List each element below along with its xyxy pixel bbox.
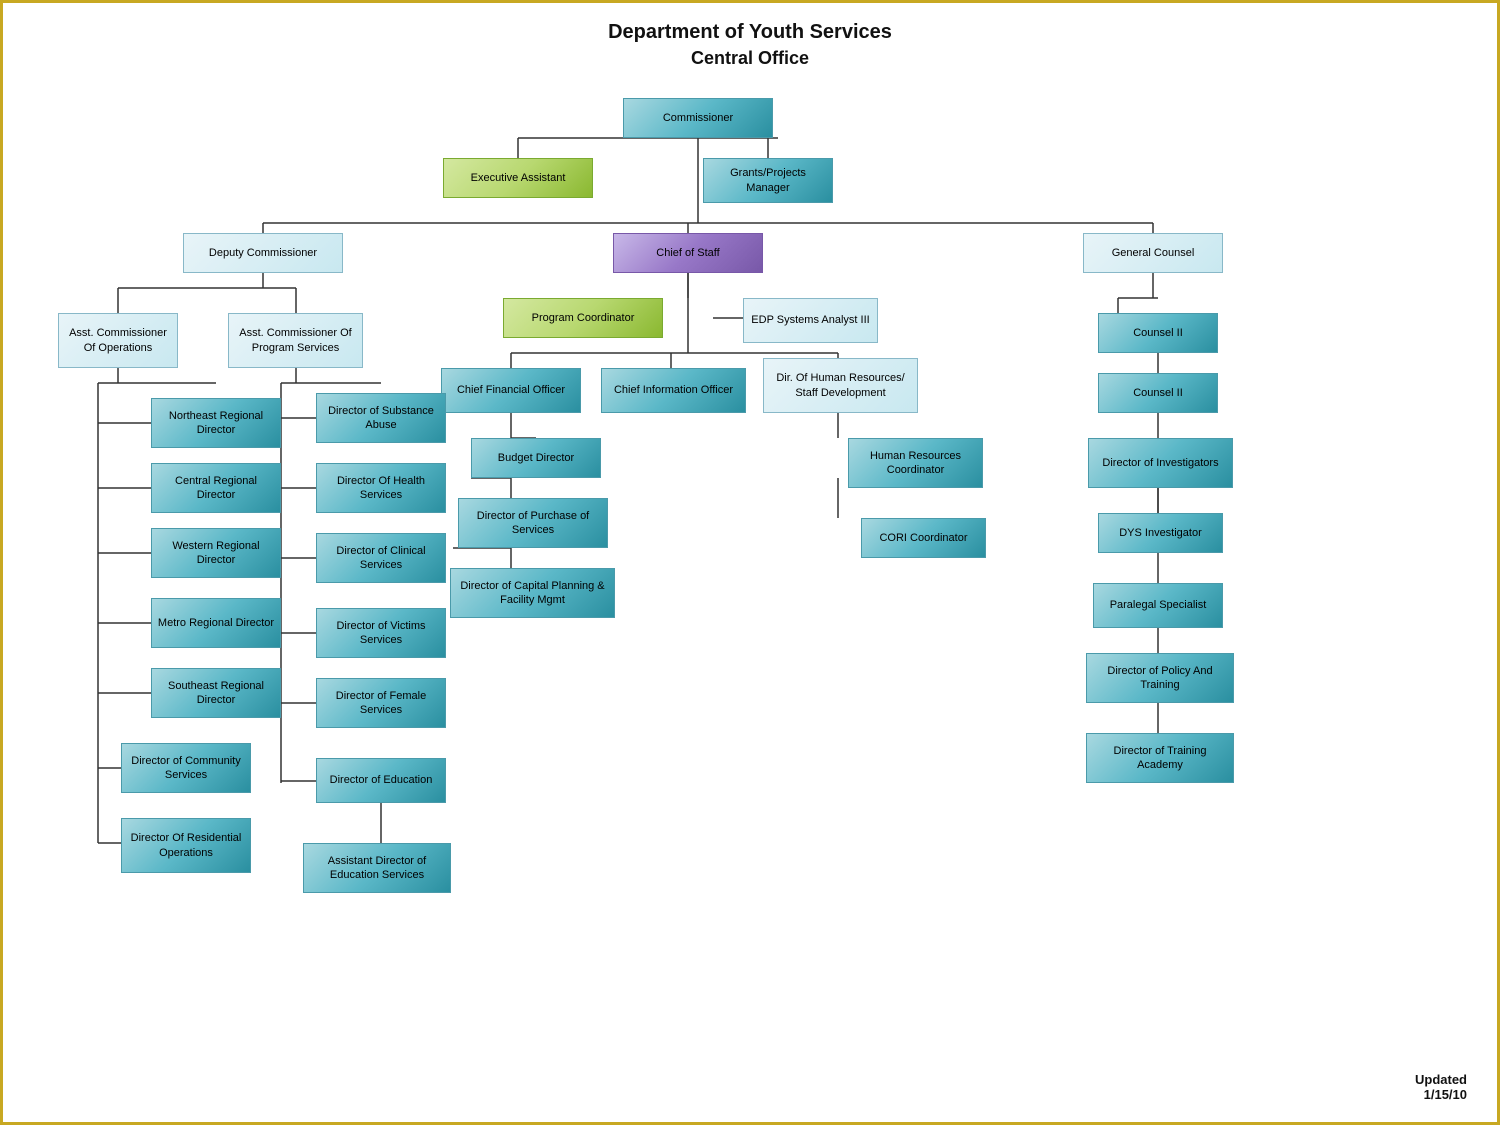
grants-manager-node: Grants/Projects Manager bbox=[703, 158, 833, 203]
cori-coordinator-node: CORI Coordinator bbox=[861, 518, 986, 558]
dir-clinical-node: Director of Clinical Services bbox=[316, 533, 446, 583]
hr-coordinator-node: Human Resources Coordinator bbox=[848, 438, 983, 488]
dir-substance-node: Director of Substance Abuse bbox=[316, 393, 446, 443]
sub-title: Central Office bbox=[3, 48, 1497, 69]
header: Department of Youth Services Central Off… bbox=[3, 3, 1497, 77]
cfo-node: Chief Financial Officer bbox=[441, 368, 581, 413]
executive-assistant-node: Executive Assistant bbox=[443, 158, 593, 198]
counsel1-node: Counsel II bbox=[1098, 313, 1218, 353]
southeast-node: Southeast Regional Director bbox=[151, 668, 281, 718]
counsel2-node: Counsel II bbox=[1098, 373, 1218, 413]
cio-node: Chief Information Officer bbox=[601, 368, 746, 413]
dir-investigators-node: Director of Investigators bbox=[1088, 438, 1233, 488]
dir-community-node: Director of Community Services bbox=[121, 743, 251, 793]
commissioner-node: Commissioner bbox=[623, 98, 773, 138]
dir-capital-node: Director of Capital Planning & Facility … bbox=[450, 568, 615, 618]
dys-investigator-node: DYS Investigator bbox=[1098, 513, 1223, 553]
western-node: Western Regional Director bbox=[151, 528, 281, 578]
metro-node: Metro Regional Director bbox=[151, 598, 281, 648]
edp-systems-node: EDP Systems Analyst III bbox=[743, 298, 878, 343]
dir-hr-node: Dir. Of Human Resources/ Staff Developme… bbox=[763, 358, 918, 413]
program-coordinator-node: Program Coordinator bbox=[503, 298, 663, 338]
paralegal-node: Paralegal Specialist bbox=[1093, 583, 1223, 628]
dir-education-node: Director of Education bbox=[316, 758, 446, 803]
northeast-node: Northeast Regional Director bbox=[151, 398, 281, 448]
dir-victims-node: Director of Victims Services bbox=[316, 608, 446, 658]
main-title: Department of Youth Services bbox=[3, 21, 1497, 44]
dir-residential-node: Director Of Residential Operations bbox=[121, 818, 251, 873]
dir-purchase-node: Director of Purchase of Services bbox=[458, 498, 608, 548]
budget-director-node: Budget Director bbox=[471, 438, 601, 478]
deputy-commissioner-node: Deputy Commissioner bbox=[183, 233, 343, 273]
dir-training-academy-node: Director of Training Academy bbox=[1086, 733, 1234, 783]
dir-health-node: Director Of Health Services bbox=[316, 463, 446, 513]
general-counsel-node: General Counsel bbox=[1083, 233, 1223, 273]
chief-of-staff-node: Chief of Staff bbox=[613, 233, 763, 273]
asst-dir-education-node: Assistant Director of Education Services bbox=[303, 843, 451, 893]
asst-comm-ops-node: Asst. Commissioner Of Operations bbox=[58, 313, 178, 368]
asst-comm-prog-node: Asst. Commissioner Of Program Services bbox=[228, 313, 363, 368]
page: Department of Youth Services Central Off… bbox=[0, 0, 1500, 1125]
dir-policy-node: Director of Policy And Training bbox=[1086, 653, 1234, 703]
dir-female-node: Director of Female Services bbox=[316, 678, 446, 728]
footer-note: Updated 1/15/10 bbox=[1415, 1072, 1467, 1102]
central-node: Central Regional Director bbox=[151, 463, 281, 513]
